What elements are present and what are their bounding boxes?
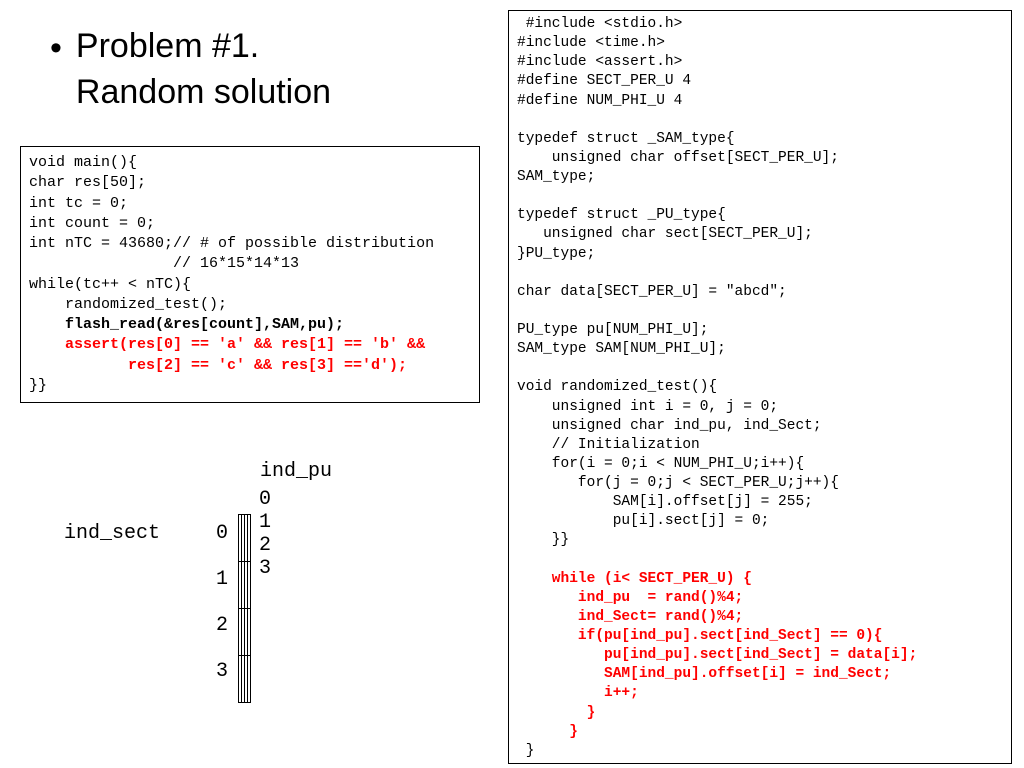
grid-table: [238, 514, 251, 703]
ind-sect-label: ind_sect: [64, 522, 160, 545]
grid-row-header: 1: [208, 568, 228, 591]
bullet-icon: •: [50, 26, 62, 70]
title-line-1: Problem #1.: [76, 27, 259, 65]
ind-pu-label: ind_pu: [260, 460, 332, 483]
code-block-right: #include <stdio.h> #include <time.h> #in…: [508, 10, 1012, 764]
slide-title: •Problem #1. •Random solution: [50, 24, 331, 116]
grid-row-header: 3: [208, 660, 228, 683]
title-line-2: Random solution: [76, 73, 331, 111]
code-block-left: void main(){ char res[50]; int tc = 0; i…: [20, 146, 480, 403]
grid-row-header: 2: [208, 614, 228, 637]
grid-row-header: 0: [208, 522, 228, 545]
